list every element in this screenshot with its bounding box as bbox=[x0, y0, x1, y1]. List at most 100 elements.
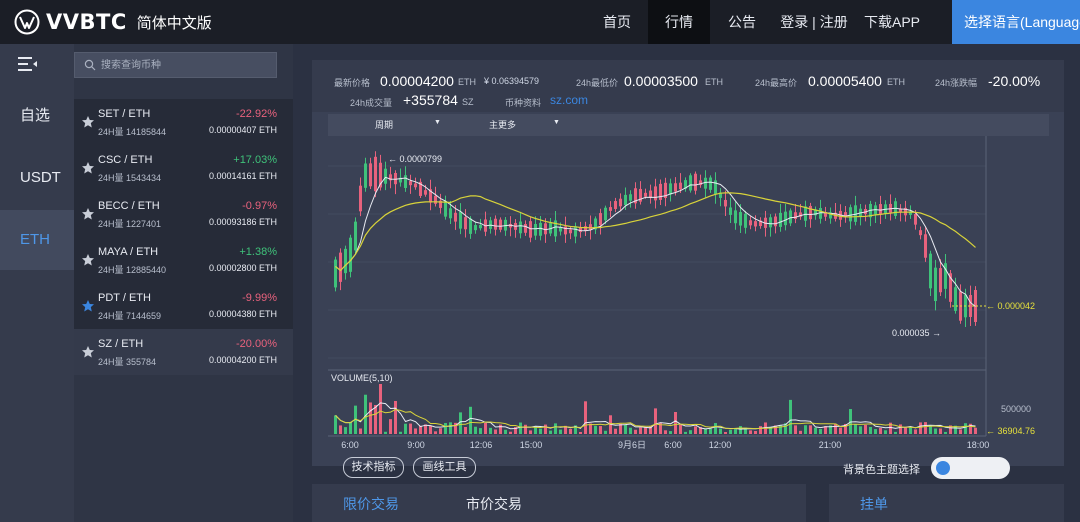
tab-open-orders[interactable]: 挂单 bbox=[860, 494, 888, 514]
kline-chart[interactable]: ← 0.0000799 0.000035 → ← 0.000042 VOLUME… bbox=[312, 136, 1064, 454]
coin-volume: 24H量 1227401 bbox=[98, 219, 162, 229]
candle-body bbox=[499, 219, 502, 230]
coin-info-label: 币种资料 bbox=[505, 98, 542, 108]
brand-name: VVBTC bbox=[46, 10, 127, 34]
candle-body bbox=[364, 163, 367, 188]
volume-bar bbox=[739, 426, 742, 434]
candle-body bbox=[929, 253, 932, 289]
coin-row-pdt[interactable]: PDT / ETH 24H量 7144659 -9.99% 0.00004380… bbox=[74, 283, 293, 329]
period-select[interactable]: 周期 bbox=[375, 118, 393, 131]
coin-pair: PDT / ETH bbox=[98, 292, 151, 304]
tab-usdt[interactable]: USDT bbox=[0, 148, 74, 208]
coin-row-maya[interactable]: MAYA / ETH 24H量 12885440 +1.38% 0.000028… bbox=[74, 237, 293, 283]
volume-bar bbox=[724, 431, 727, 434]
tab-favorites[interactable]: 自选 bbox=[0, 86, 74, 146]
candle-body bbox=[679, 182, 682, 190]
indicator-select[interactable]: 主更多 bbox=[489, 118, 516, 131]
candle-body bbox=[589, 224, 592, 230]
toggle-knob[interactable] bbox=[936, 461, 950, 475]
market-sidebar: 自选 USDT ETH bbox=[0, 44, 74, 522]
coin-search[interactable] bbox=[74, 52, 277, 78]
candle-body bbox=[939, 268, 942, 293]
volume-bar bbox=[464, 426, 467, 434]
nav-announcements[interactable]: 公告 bbox=[716, 0, 768, 44]
volume-bar bbox=[359, 428, 362, 434]
time-tick-label: 9:00 bbox=[407, 440, 425, 450]
last-price-unit: ETH bbox=[458, 77, 476, 87]
vvbtc-logo-icon bbox=[14, 9, 40, 35]
candle-body bbox=[934, 267, 937, 302]
nav-market[interactable]: 行情 bbox=[648, 0, 710, 44]
volume-bar bbox=[639, 427, 642, 434]
candle-body bbox=[534, 223, 537, 236]
coin-row-sz[interactable]: SZ / ETH 24H量 355784 -20.00% 0.00004200 … bbox=[74, 329, 293, 375]
nav-download-app[interactable]: 下载APP bbox=[858, 0, 926, 44]
star-icon[interactable] bbox=[81, 207, 95, 221]
volume-unit: SZ bbox=[462, 97, 474, 107]
candle-body bbox=[544, 223, 547, 235]
volume-bar bbox=[789, 399, 792, 434]
high-price-unit: ETH bbox=[887, 77, 905, 87]
last-price-label: 最新价格 bbox=[334, 78, 371, 88]
chevron-down-icon[interactable]: ▼ bbox=[553, 119, 560, 126]
star-icon[interactable] bbox=[81, 115, 95, 129]
candle-body bbox=[409, 181, 412, 186]
candle-body bbox=[879, 204, 882, 215]
volume-bar bbox=[584, 401, 587, 434]
candle-body bbox=[924, 234, 927, 258]
candle-body bbox=[919, 230, 922, 236]
candle-body bbox=[344, 248, 347, 274]
star-icon[interactable] bbox=[81, 299, 95, 313]
volume-bar bbox=[349, 422, 352, 434]
coin-row-csc[interactable]: CSC / ETH 24H量 1543434 +17.03% 0.0001416… bbox=[74, 145, 293, 191]
coin-change: -20.00% bbox=[236, 338, 277, 350]
candle-body bbox=[789, 210, 792, 224]
bg-theme-toggle[interactable] bbox=[931, 457, 1010, 479]
volume-bar bbox=[654, 408, 657, 434]
candle-body bbox=[739, 212, 742, 226]
coin-row-set[interactable]: SET / ETH 24H量 14185844 -22.92% 0.000004… bbox=[74, 99, 293, 145]
volume-bar bbox=[469, 406, 472, 434]
volume-bar bbox=[449, 422, 452, 434]
coin-price: 0.00002800 ETH bbox=[208, 263, 277, 273]
candle-body bbox=[694, 173, 697, 191]
star-icon[interactable] bbox=[81, 161, 95, 175]
candle-body bbox=[619, 198, 622, 207]
nav-login-register[interactable]: 登录 | 注册 bbox=[776, 0, 852, 44]
menu-collapse-icon[interactable] bbox=[18, 56, 38, 72]
volume-bar bbox=[409, 423, 412, 434]
candle-body bbox=[444, 200, 447, 217]
coin-change: +1.38% bbox=[239, 246, 277, 258]
volume-bar bbox=[839, 427, 842, 434]
volume-bar bbox=[599, 426, 602, 434]
star-icon[interactable] bbox=[81, 253, 95, 267]
coin-row-becc[interactable]: BECC / ETH 24H量 1227401 -0.97% 0.0009318… bbox=[74, 191, 293, 237]
brand-logo[interactable]: VVBTC 简体中文版 bbox=[14, 8, 212, 36]
coin-pair: MAYA / ETH bbox=[98, 246, 159, 258]
volume-bar bbox=[719, 428, 722, 434]
volume-bar bbox=[624, 424, 627, 434]
volume-bars-layer bbox=[334, 384, 977, 434]
coin-pair: BECC / ETH bbox=[98, 200, 160, 212]
volume-bar bbox=[874, 429, 877, 434]
last-price-value: 0.00004200 bbox=[380, 73, 454, 89]
volume-bar bbox=[729, 429, 732, 434]
candle-body bbox=[434, 195, 437, 204]
candle-body bbox=[469, 218, 472, 234]
candle-body bbox=[404, 175, 407, 188]
tab-eth[interactable]: ETH bbox=[0, 210, 74, 270]
coin-search-input[interactable] bbox=[101, 56, 271, 74]
language-select-button[interactable]: 选择语言(Language) bbox=[952, 0, 1080, 44]
tab-market-order[interactable]: 市价交易 bbox=[466, 494, 522, 514]
chevron-down-icon[interactable]: ▼ bbox=[434, 119, 441, 126]
volume-bar bbox=[494, 429, 497, 434]
indicators-button[interactable]: 技术指标 bbox=[343, 457, 404, 478]
tab-limit-order[interactable]: 限价交易 bbox=[343, 494, 399, 514]
star-icon[interactable] bbox=[81, 345, 95, 359]
candle-body bbox=[459, 211, 462, 229]
high-price-value: 0.00005400 bbox=[808, 73, 882, 89]
drawing-tools-button[interactable]: 画线工具 bbox=[413, 457, 476, 478]
volume-axis-tick: 500000 bbox=[1001, 404, 1031, 414]
coin-info-link[interactable]: sz.com bbox=[550, 93, 588, 107]
nav-home[interactable]: 首页 bbox=[590, 0, 644, 44]
